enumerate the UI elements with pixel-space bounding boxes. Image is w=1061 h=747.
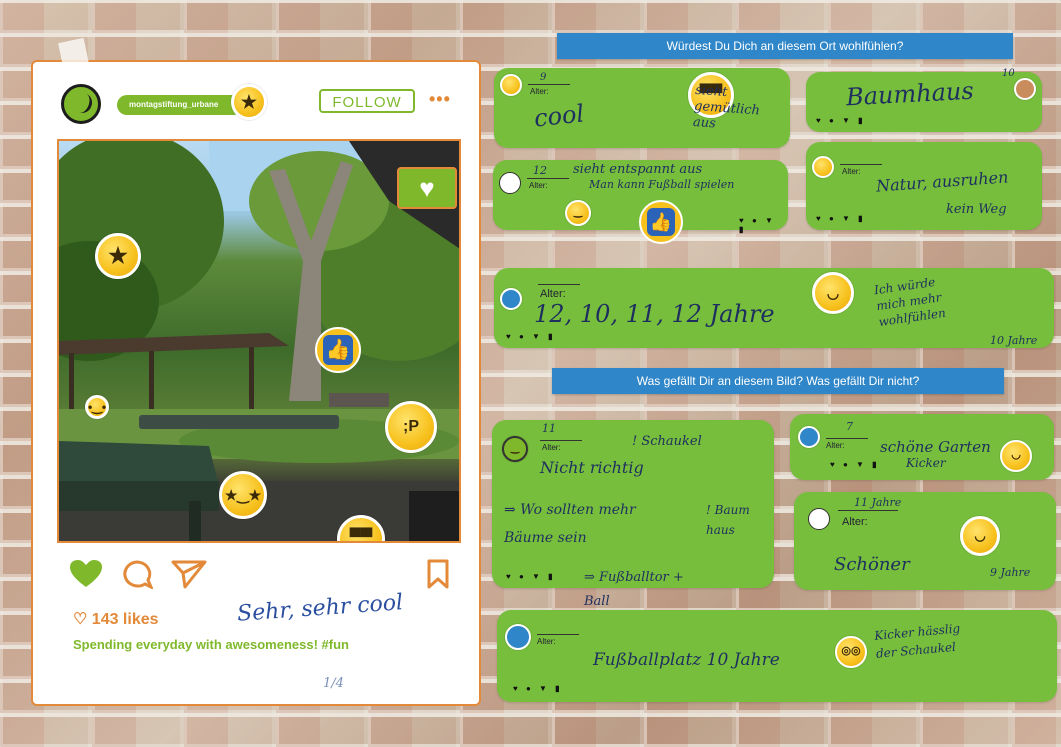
smile-face-sticker-icon: ‿ <box>565 200 591 226</box>
handwriting-c1-b: sieht gemütlich aus <box>692 82 761 132</box>
age-note: 9 <box>540 72 547 83</box>
comment-bubble-8: Alter: 11 Jahre ◡ Schöner 9 Jahre <box>794 492 1056 590</box>
likes-count: ♡ 143 likes <box>73 611 159 628</box>
instagram-post-card: montagstiftung_urbane ★ FOLLOW ••• ♥ ★ 👍… <box>31 37 481 706</box>
handwriting-c5-b: Ich würde mich mehr wohlfühlen <box>873 274 947 330</box>
neutral-face-sticker-icon: •‿• <box>85 395 109 419</box>
handwriting-c3-a: sieht entspannt aus <box>573 162 703 177</box>
reaction-icons: ♥ ● ▼ ▮ <box>816 116 866 125</box>
more-options-icon[interactable]: ••• <box>429 89 451 110</box>
post-caption: Spending everyday with awesomeness! #fun <box>73 637 349 652</box>
handwriting-c3-b: Man kann Fußball spielen <box>589 178 735 191</box>
age-note: 10 <box>1002 68 1015 79</box>
post-photo: ♥ ★ 👍 •‿• ;P ★‿★ ▀▀ <box>57 139 461 543</box>
question-banner-2: Was gefällt Dir an diesem Bild? Was gefä… <box>552 368 1004 394</box>
question-banner-1: Würdest Du Dich an diesem Ort wohlfühlen… <box>557 33 1013 59</box>
comment-bubble-9: Alter: Fußballplatz 10 Jahre ◎◎ Kicker h… <box>497 610 1057 702</box>
handwritten-comment: Sehr, sehr cool <box>236 590 404 627</box>
profile-avatar[interactable] <box>61 84 101 124</box>
alter-label: Alter: <box>530 87 549 96</box>
blue-avatar-icon <box>505 624 531 650</box>
handwriting-c5-c: 10 Jahre <box>990 334 1038 347</box>
comment-bubble-3: Alter: 12 sieht entspannt aus Man kann F… <box>493 160 788 244</box>
sunglasses-face-sticker-icon: ▀▀ <box>337 515 385 541</box>
handwriting-c2-a: Baumhaus <box>845 76 975 112</box>
handwriting-c6-d: ! Baum haus <box>706 503 750 537</box>
handwritten-page-number: 1/4 <box>323 676 344 691</box>
handwriting-c6-b: ! Schaukel <box>632 434 702 449</box>
follow-button[interactable]: FOLLOW <box>319 89 415 113</box>
blank-avatar <box>499 172 521 194</box>
grinning-face-sticker-icon: ◡ <box>960 516 1000 556</box>
handwriting-c7-b: Kicker <box>906 456 946 470</box>
thumbs-up-sticker-icon: 👍 <box>639 200 683 244</box>
comment-bubble-5: Alter: 12, 10, 11, 12 Jahre ◡ Ich würde … <box>494 268 1054 348</box>
comment-bubble-icon[interactable] <box>121 559 154 594</box>
wink-avatar-icon <box>812 156 834 178</box>
comment-bubble-1: Alter: 9 cool ▀▀ sieht gemütlich aus <box>494 68 790 148</box>
star-struck-sticker-icon: ★ <box>231 84 267 120</box>
comment-bubble-6: ‿ Alter: 11 Nicht richtig ! Schaukel ⇒ W… <box>492 420 774 609</box>
dizzy-face-sticker-icon: ◎◎ <box>835 636 867 668</box>
bookmark-icon[interactable] <box>427 559 449 594</box>
handwriting-c1-a: cool <box>532 99 586 133</box>
handwriting-c8-a: Schöner <box>834 554 910 575</box>
handwriting-c5-a: 12, 10, 11, 12 Jahre <box>534 300 775 328</box>
like-heart-icon[interactable] <box>69 559 103 594</box>
comment-bubble-4: Alter: Natur, ausruhen kein Weg ♥ ● ▼ ▮ <box>806 142 1042 230</box>
star-eyes-sticker-icon: ★ <box>95 233 141 279</box>
handwriting-c7-a: schöne Garten <box>880 438 991 456</box>
smile-avatar-icon: ‿ <box>502 436 528 462</box>
tongue-wink-sticker-icon: ;P <box>385 401 437 453</box>
heart-notification-icon: ♥ <box>397 167 457 209</box>
handwriting-c4-b: kein Weg <box>946 202 1007 217</box>
handwriting-c4-a: Natur, ausruhen <box>875 167 1009 196</box>
person-avatar-icon <box>798 426 820 448</box>
blank-avatar <box>808 508 830 530</box>
handwriting-c6-e: ⇒ Fußballtor + Ball <box>584 570 684 609</box>
comment-bubble-2: 10 Baumhaus ♥ ● ▼ ▮ <box>806 68 1042 132</box>
thumbs-up-sticker-icon: 👍 <box>315 327 361 373</box>
halo-face-sticker-icon: ◡ <box>1000 440 1032 472</box>
username-pill[interactable]: montagstiftung_urbane <box>117 95 243 115</box>
flower-avatar-icon <box>500 74 522 96</box>
comment-bubble-7: Alter: 7 schöne Garten Kicker ◡ ♥ ● ▼ ▮ <box>790 414 1054 480</box>
handwriting-c6-c: ⇒ Wo sollten mehr Bäume sein <box>504 502 636 546</box>
handwriting-c9-b: Kicker hässlig der Schaukel <box>873 621 961 661</box>
grinning-face-sticker-icon: ◡ <box>812 272 854 314</box>
person-avatar-icon <box>1014 78 1036 100</box>
share-send-icon[interactable] <box>171 559 207 594</box>
handwriting-c9-a: Fußballplatz 10 Jahre <box>593 650 780 670</box>
handwriting-c6-a: Nicht richtig <box>540 458 644 477</box>
handwriting-c8-b: 9 Jahre <box>990 566 1031 579</box>
person-avatar-icon <box>500 288 522 310</box>
star-struck-face-sticker-icon: ★‿★ <box>219 471 267 519</box>
